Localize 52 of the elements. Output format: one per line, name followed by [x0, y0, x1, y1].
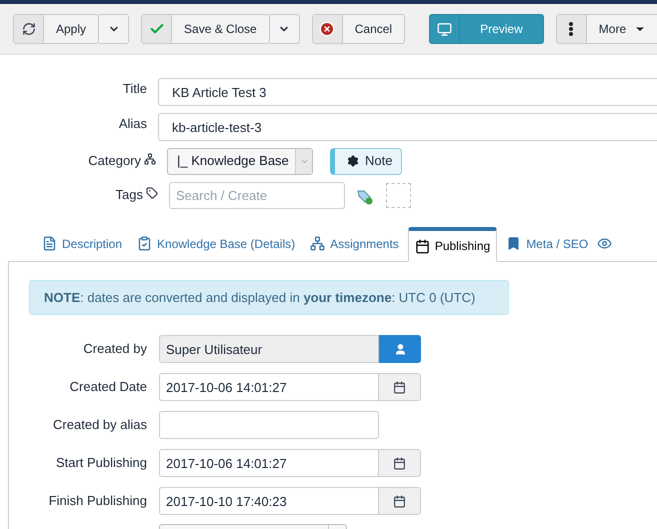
toolbar-button[interactable]: More	[556, 14, 657, 44]
user-field[interactable]: Super Utilisateur	[159, 335, 379, 363]
select-user-button[interactable]	[379, 335, 421, 363]
date-field[interactable]: 2017-10-10 17:40:23	[159, 487, 379, 515]
timezone-notice: NOTE: dates are converted and displayed in your timezone: UTC 0 (UTC)	[29, 280, 509, 315]
text-field[interactable]: KB Article Test 3	[158, 78, 657, 106]
hierarchy-icon	[144, 153, 156, 166]
refresh-icon	[22, 22, 36, 36]
field-label: Created by	[83, 340, 147, 358]
field-label: Tags	[116, 186, 143, 204]
calendar-icon	[393, 456, 406, 470]
tab[interactable]: Description	[36, 226, 128, 261]
calendar-icon	[414, 238, 430, 254]
cancel-icon	[319, 21, 336, 37]
tab[interactable]: Meta / SEO	[500, 226, 594, 261]
tab[interactable]: Publishing	[408, 227, 498, 262]
monitor-icon	[437, 22, 452, 36]
field-label: Created Date	[70, 378, 147, 396]
field-label: Finish Publishing	[48, 492, 147, 510]
toolbar-button[interactable]: Cancel	[312, 14, 406, 44]
calendar-icon	[393, 494, 406, 508]
add-tag-icon	[357, 189, 373, 205]
tab[interactable]: Assignments	[304, 226, 405, 261]
tag-placeholder	[386, 182, 411, 208]
tags-field[interactable]: Search / Create	[169, 182, 345, 208]
text-field[interactable]	[159, 411, 379, 439]
field-label: Created by alias	[53, 416, 147, 434]
calendar-icon	[393, 380, 406, 394]
bookmark-icon	[506, 236, 522, 251]
toolbar-button[interactable]: Save & Close	[141, 14, 270, 44]
gear-icon	[347, 155, 359, 167]
dots-icon	[569, 22, 574, 36]
tag-icon	[146, 187, 158, 200]
field-label: Start Publishing	[56, 454, 147, 472]
tab[interactable]: Knowledge Base (Details)	[131, 226, 302, 261]
calendar-button[interactable]	[379, 487, 421, 515]
text-field[interactable]: kb-article-test-3	[158, 113, 657, 141]
note-button[interactable]: Note	[330, 148, 402, 174]
hierarchy-icon	[310, 236, 326, 251]
field-label: Title	[122, 80, 147, 98]
field-label: Category	[88, 152, 141, 170]
field-label: Alias	[118, 115, 147, 134]
calendar-button[interactable]	[379, 449, 421, 477]
date-field[interactable]: 2017-10-06 14:01:27	[159, 449, 379, 477]
toolbar-button[interactable]: Apply	[13, 14, 100, 44]
user-icon	[394, 342, 406, 356]
document-icon	[42, 236, 57, 251]
clipboard-icon	[137, 236, 152, 251]
date-field[interactable]: 2017-10-06 14:01:27	[159, 373, 379, 401]
calendar-button[interactable]	[379, 373, 421, 401]
category-select[interactable]: |_ Knowledge Base	[167, 148, 313, 174]
eye-icon	[597, 236, 612, 251]
